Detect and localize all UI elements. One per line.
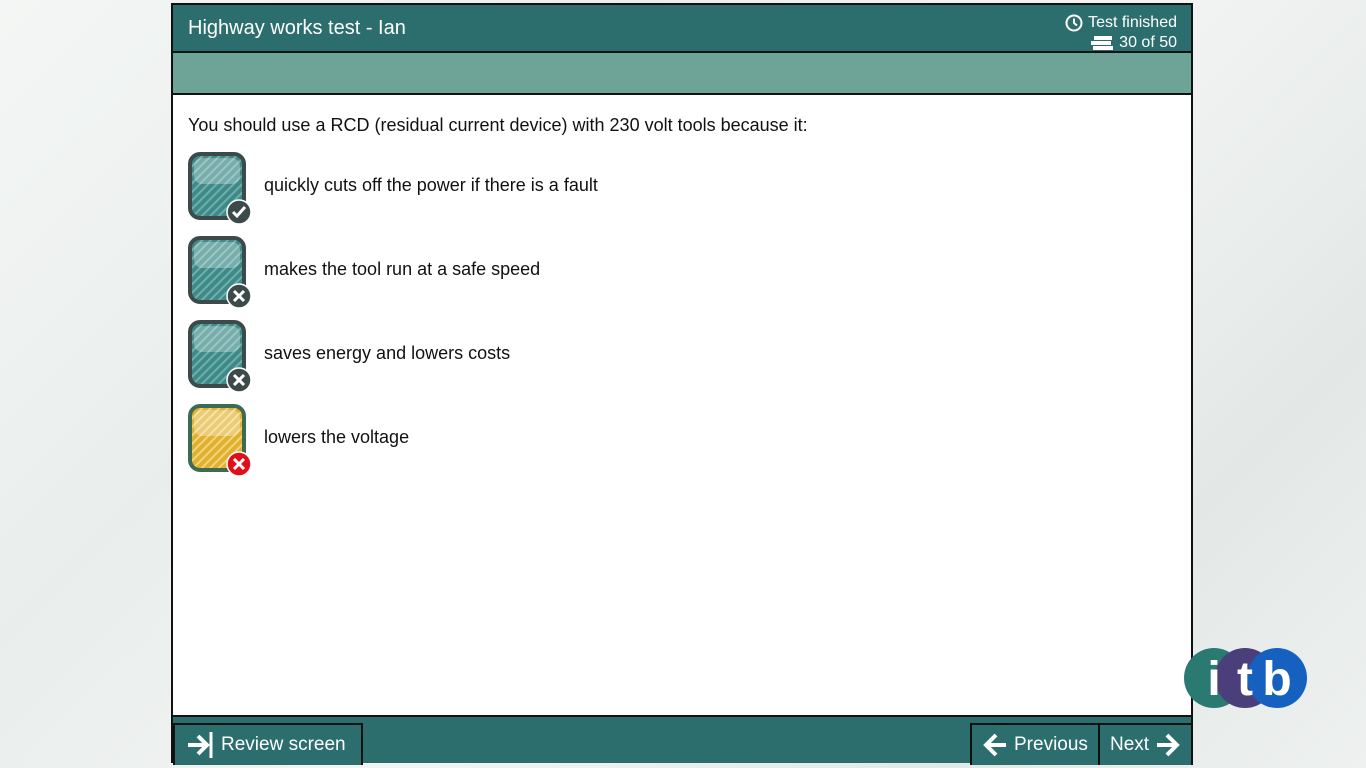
answer-box[interactable] [188,404,252,477]
answer-text: quickly cuts off the power if there is a… [264,174,598,195]
header-bar: Highway works test - Ian Test finished 3… [173,5,1191,53]
arrow-right-icon [1157,733,1180,757]
review-screen-button[interactable]: Review screen [173,723,363,765]
answer-option-2[interactable]: makes the tool run at a safe speed [188,234,541,309]
question-counter: 30 of 50 [1119,34,1177,51]
footer-bar: Review screen Previous Next [173,715,1193,765]
check-badge-icon [226,199,252,225]
test-status: Test finished [1088,14,1177,31]
logo-letter-i: i [1207,653,1220,706]
answer-option-3[interactable]: saves energy and lowers costs [188,318,511,393]
answer-text: makes the tool run at a safe speed [264,258,541,279]
cross-badge-icon [226,283,252,309]
logo-letter-t: t [1237,653,1253,706]
previous-button[interactable]: Previous [970,723,1100,765]
previous-label: Previous [1014,734,1088,755]
logo-letter-b: b [1262,653,1291,706]
review-screen-label: Review screen [221,734,346,755]
status-area: Test finished 30 of 50 [1065,13,1177,53]
arrow-left-icon [983,733,1006,757]
sub-header-bar [173,53,1191,95]
wrong-answer-badge-icon [226,451,252,477]
answer-box[interactable] [188,152,252,225]
answer-option-4-selected[interactable]: lowers the voltage [188,402,410,477]
test-window: Highway works test - Ian Test finished 3… [171,3,1193,765]
question-area: You should use a RCD (residual current d… [173,95,1191,715]
next-label: Next [1110,734,1150,755]
cross-badge-icon [226,367,252,393]
answer-box[interactable] [188,236,252,309]
answer-option-1[interactable]: quickly cuts off the power if there is a… [188,150,598,225]
arrow-to-end-icon [188,732,213,758]
next-button[interactable]: Next [1098,723,1193,765]
answer-text: lowers the voltage [264,426,410,447]
test-title: Highway works test - Ian [188,17,406,39]
itb-logo: i t b [1184,648,1307,708]
question-text: You should use a RCD (residual current d… [188,115,808,135]
clock-icon [1065,14,1083,32]
question-stack-icon [1091,36,1114,50]
answer-text: saves energy and lowers costs [264,342,511,363]
answer-box[interactable] [188,320,252,393]
